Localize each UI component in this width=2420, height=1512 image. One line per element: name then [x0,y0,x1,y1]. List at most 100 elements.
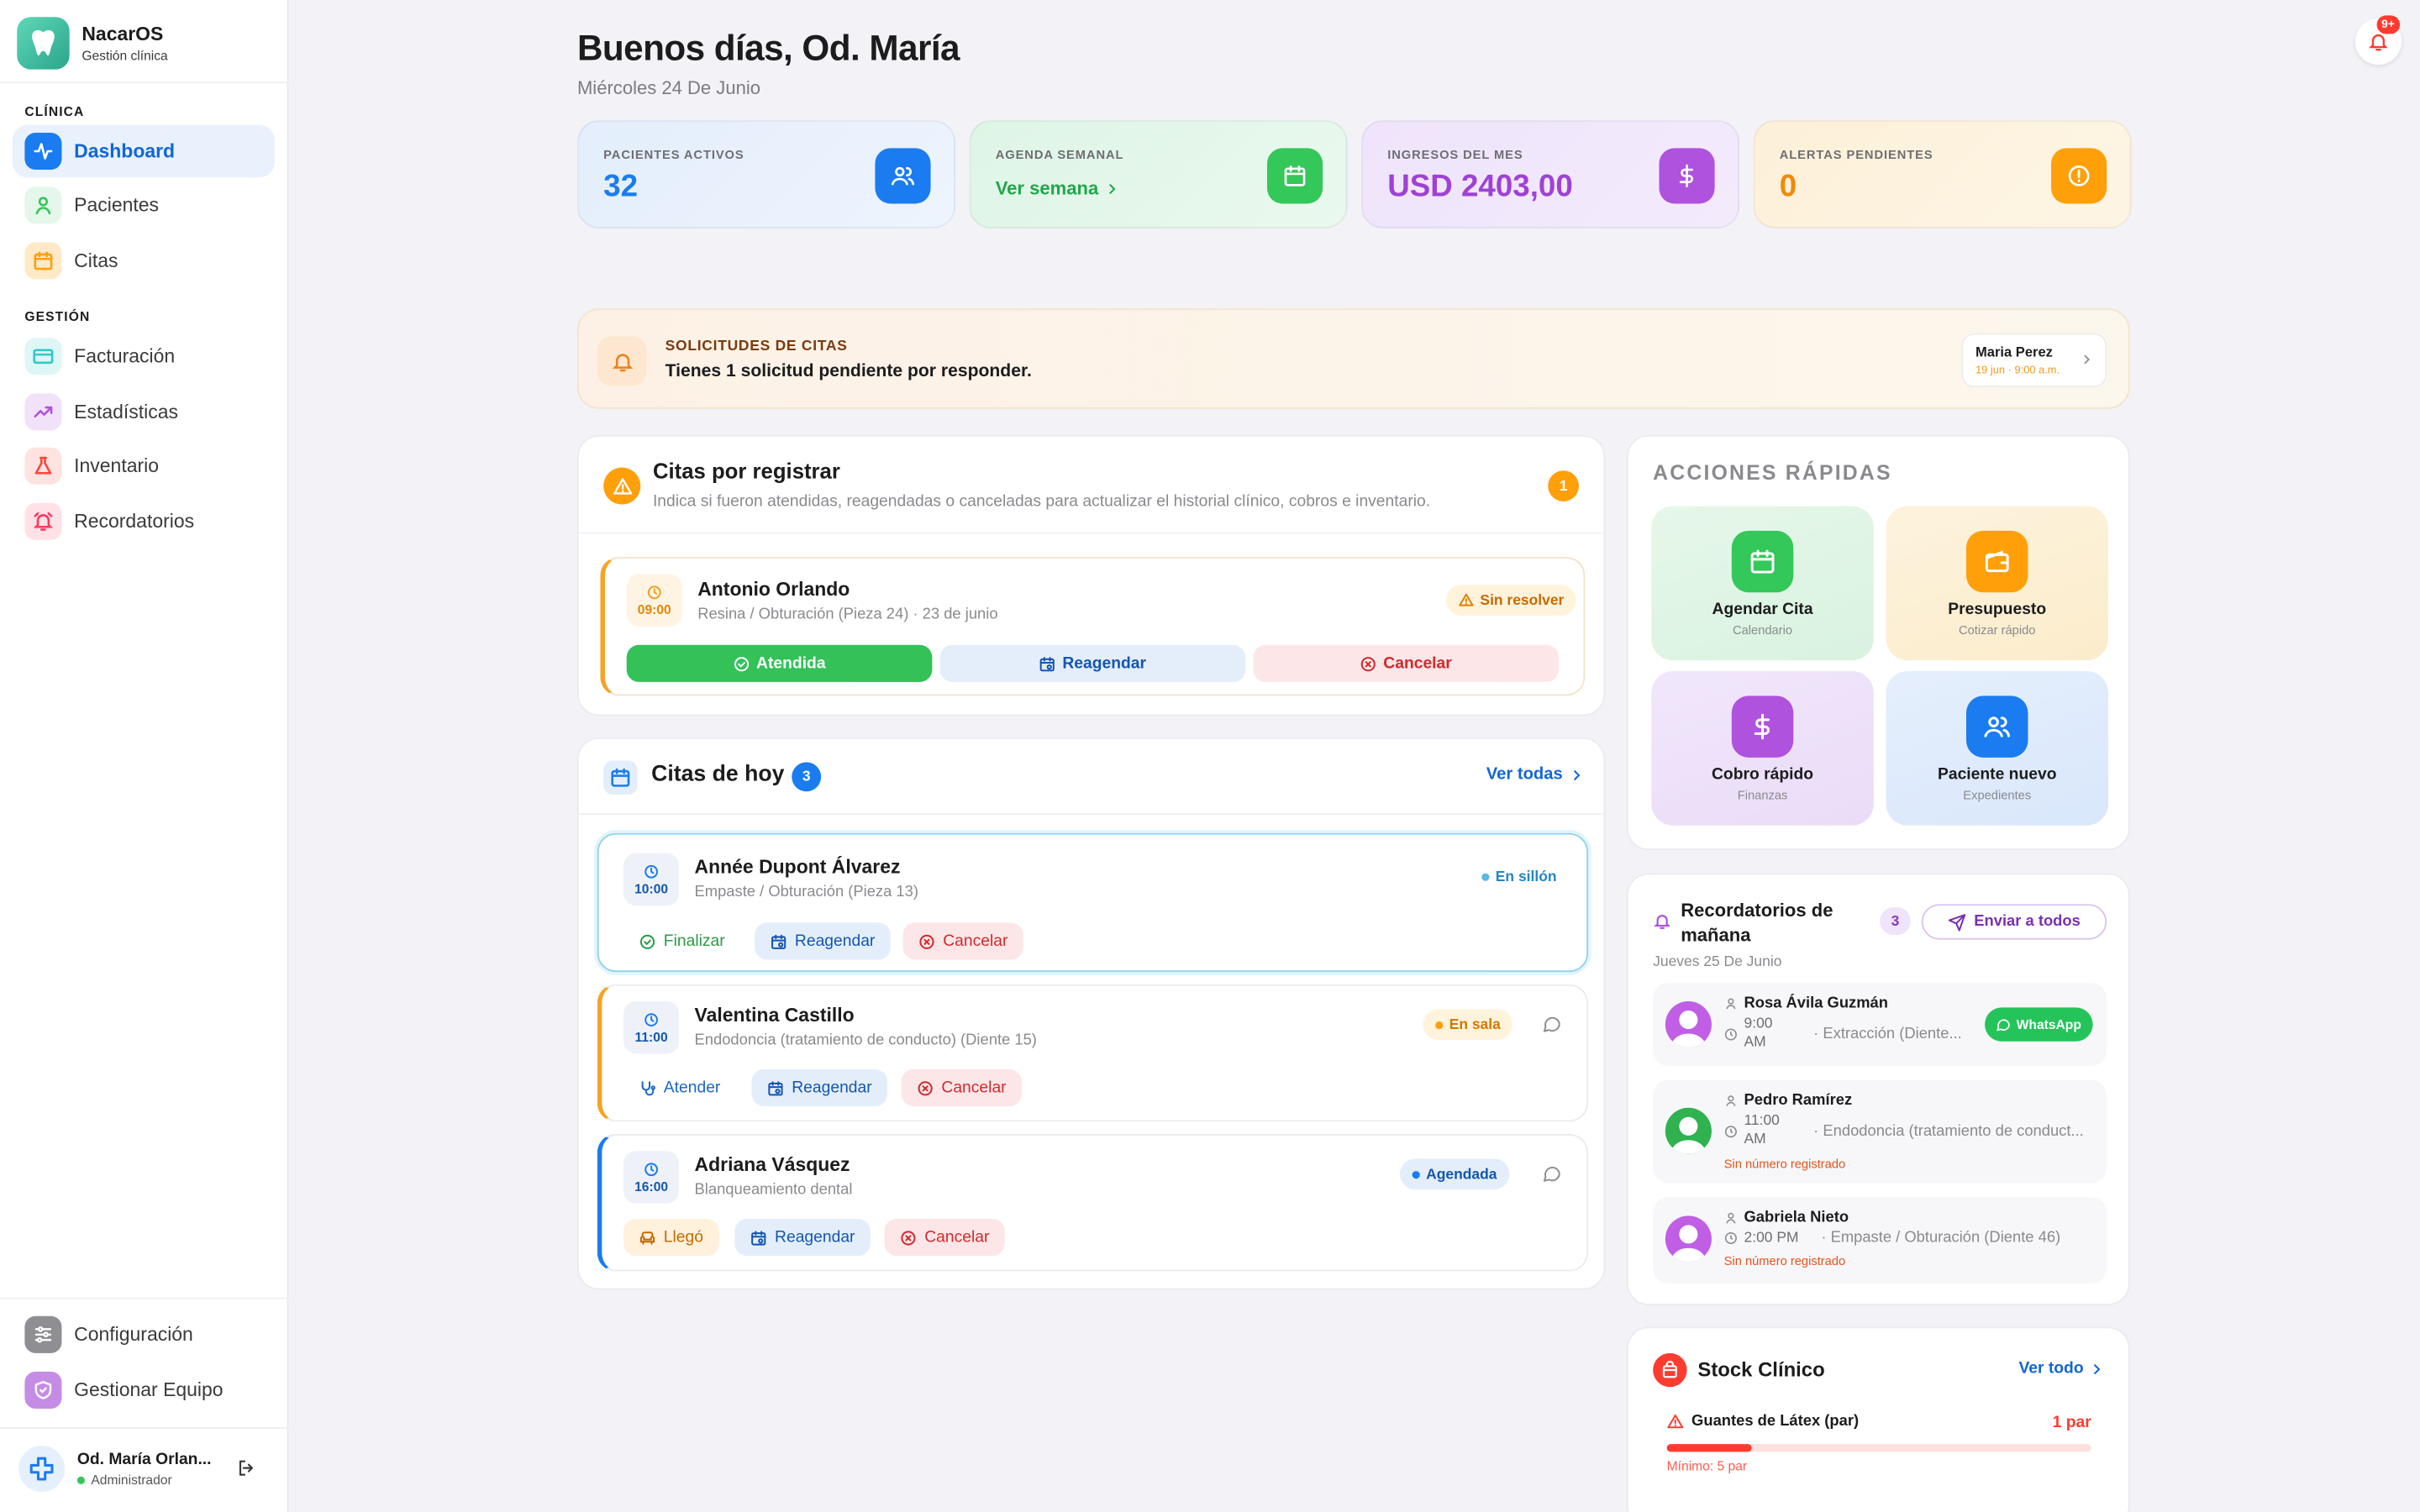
cancel-button[interactable]: Cancelar [901,1068,1022,1106]
card-title: Citas por registrar [652,458,840,483]
reminders-date: Jueves 25 De Junio [1653,953,1782,971]
user-name: Od. María Orlan... [76,1450,212,1469]
reminder-item[interactable]: Gabriela Nieto 2:00 PM · Empaste / Obtur… [1653,1197,2107,1284]
message-icon[interactable] [1542,1163,1562,1184]
stethoscope-icon [641,1080,655,1095]
cancel-button[interactable]: Cancelar [1253,644,1560,682]
status-label: Sin resolver [1480,591,1565,609]
clock-icon [644,1012,658,1026]
reminder-patient: Rosa Ávila Guzmán [1724,995,1888,1012]
sidebar-item-label: Gestionar Equipo [74,1379,224,1401]
reminder-time: 2:00 PM [1724,1230,1799,1247]
reschedule-button[interactable]: Reagendar [939,644,1246,682]
stat-pending-alerts[interactable]: ALERTAS PENDIENTES 0 [1753,120,2132,228]
sidebar-item-citas[interactable]: Citas [13,234,275,286]
stat-active-patients[interactable]: PACIENTES ACTIVOS 32 [576,120,955,228]
dollar-icon [1731,696,1794,758]
time-label: 16:00 [634,1178,669,1194]
sidebar-item-pacientes[interactable]: Pacientes [13,179,275,231]
quick-action-new-patient[interactable]: Paciente nuevo Expedientes [1886,670,2108,826]
user-icon [1726,998,1736,1010]
sidebar-item-recordatorios[interactable]: Recordatorios [13,496,275,548]
send-all-button[interactable]: Enviar a todos [1921,904,2107,940]
medical-cross-icon [18,1446,66,1493]
sidebar-item-label: Configuración [74,1323,193,1346]
stat-weekly-agenda[interactable]: AGENDA SEMANAL Ver semana [969,120,1348,228]
appointment-card[interactable]: 16:00 Adriana Vásquez Blanqueamiento den… [597,1134,1589,1272]
reminder-item[interactable]: Rosa Ávila Guzmán 9:00 AM · Extracción (… [1653,983,2107,1067]
reminder-procedure: · Endodoncia (tratamiento de conduct... [1813,1123,2084,1141]
status-badge: Sin resolver [1446,585,1577,616]
online-dot [76,1475,86,1484]
button-label: Reagendar [1062,654,1147,673]
sidebar-item-inventario[interactable]: Inventario [13,439,275,491]
arrived-button[interactable]: Llegó [623,1219,719,1257]
pending-appointments-card: Citas por registrar Indica si fueron ate… [576,434,1607,717]
sidebar-item-configuracion[interactable]: Configuración [13,1309,275,1361]
missing-phone-warning: Sin número registrado [1723,1157,1846,1172]
section-label-management: GESTIÓN [24,308,91,324]
link-label: Ver todo [2018,1359,2084,1378]
stat-monthly-income[interactable]: INGRESOS DEL MES USD 2403,00 [1361,120,1740,228]
user-profile[interactable]: Od. María Orlan... Administrador [18,1444,266,1494]
button-label: Cancelar [943,932,1008,951]
finish-button[interactable]: Finalizar [623,922,740,959]
sidebar-item-facturacion[interactable]: Facturación [13,330,275,382]
whatsapp-button[interactable]: WhatsApp [1985,1007,2093,1042]
brand-subtitle: Gestión clínica [82,47,168,64]
message-icon[interactable] [1542,1014,1562,1034]
view-week-link[interactable]: Ver semana [996,177,1118,199]
quick-action-label: Cobro rápido [1711,765,1814,785]
request-chip[interactable]: Maria Perez 19 jun · 9:00 a.m. [1961,333,2107,388]
calendar-clock-icon [751,1230,766,1245]
brand[interactable]: NacarOS Gestión clínica [17,17,168,70]
patient-name: Antonio Orlando [697,578,850,601]
clock-icon [1724,1028,1737,1041]
appointment-requests-banner: SOLICITUDES DE CITAS Tienes 1 solicitud … [576,308,2130,409]
logout-icon[interactable] [236,1458,256,1478]
reschedule-button[interactable]: Reagendar [734,1219,871,1257]
sidebar-item-estadisticas[interactable]: Estadísticas [13,386,275,438]
button-label: Reagendar [792,1078,872,1097]
calendar-icon [1266,148,1323,204]
stock-item[interactable]: Guantes de Látex (par) [1667,1413,1859,1431]
view-week-label: Ver semana [995,177,1099,199]
appointment-time: 09:00 [626,574,682,627]
user-icon [1726,1095,1736,1106]
cancel-button[interactable]: Cancelar [902,922,1023,960]
sidebar-item-dashboard[interactable]: Dashboard [12,124,275,178]
trending-up-icon [24,393,62,431]
patient-name: Année Dupont Álvarez [694,856,901,879]
check-circle-icon [639,933,655,948]
reschedule-button[interactable]: Reagendar [755,922,891,960]
cancel-button[interactable]: Cancelar [884,1219,1005,1257]
calendar-icon [24,242,62,280]
view-all-link[interactable]: Ver todo [2018,1359,2103,1378]
pending-appointment-item: 09:00 Antonio Orlando Resina / Obturació… [600,557,1586,696]
reminder-item[interactable]: Pedro Ramírez 11:00 AM · Endodoncia (tra… [1653,1079,2107,1184]
appointment-card[interactable]: 11:00 Valentina Castillo Endodoncia (tra… [597,984,1589,1122]
quick-action-schedule[interactable]: Agendar Cita Calendario [1651,506,1874,661]
calendar-icon [603,760,638,795]
mark-attended-button[interactable]: Atendida [626,644,933,682]
card-title: ACCIONES RÁPIDAS [1653,461,1892,485]
quick-action-budget[interactable]: Presupuesto Cotizar rápido [1886,506,2108,661]
sidebar-item-label: Estadísticas [74,401,178,423]
reminder-time: 9:00 AM [1724,1016,1786,1053]
avatar [1665,1107,1712,1154]
quick-action-sub: Finanzas [1737,788,1788,803]
sidebar-item-gestionar-equipo[interactable]: Gestionar Equipo [13,1364,275,1416]
status-dot [1412,1170,1420,1179]
reschedule-button[interactable]: Reagendar [751,1068,888,1106]
attend-button[interactable]: Atender [623,1069,736,1106]
app-window: NacarOS Gestión clínica CLÍNICA Dashboar… [0,0,2420,1512]
time-label: 9:00 AM [1744,1015,1773,1051]
quick-action-quick-charge[interactable]: Cobro rápido Finanzas [1651,670,1874,826]
view-all-link[interactable]: Ver todas [1486,765,1583,784]
request-date: 19 jun · 9:00 a.m. [1975,365,2060,377]
appointment-card[interactable]: 10:00 Année Dupont Álvarez Empaste / Obt… [597,832,1589,973]
reminders-card: Recordatorios de mañana 3 Enviar a todos… [1626,873,2130,1305]
alert-circle-icon [2051,148,2107,204]
bell-icon [2368,34,2388,51]
count-badge: 1 [1548,470,1579,501]
